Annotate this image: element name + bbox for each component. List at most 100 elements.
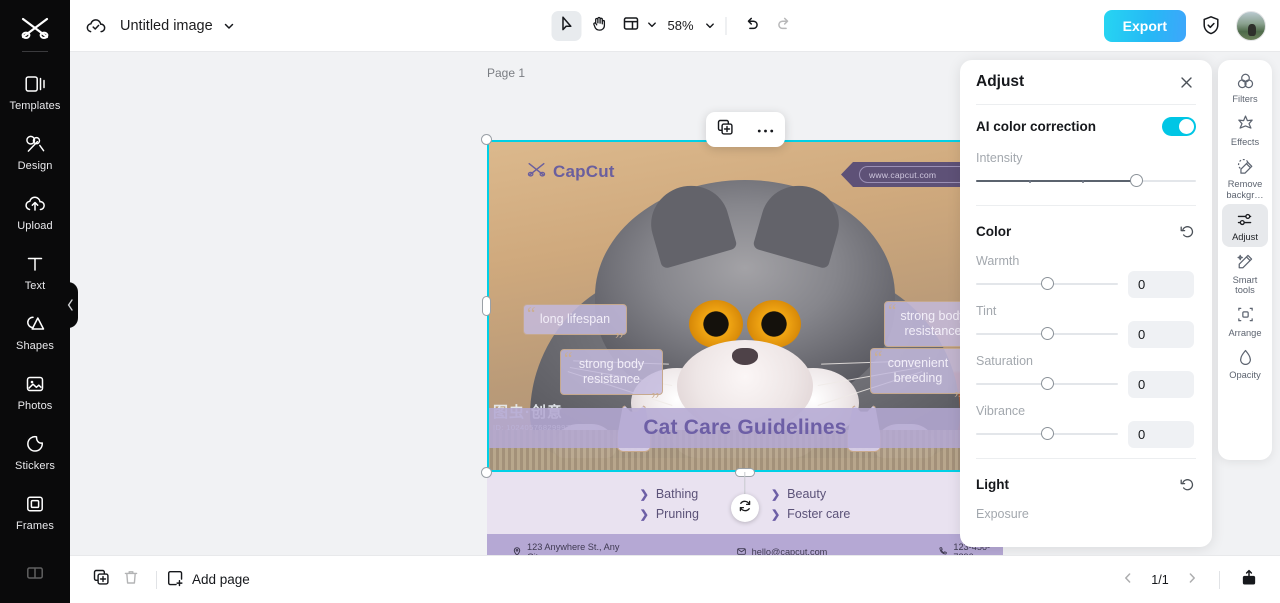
vibrance-slider[interactable] xyxy=(976,427,1118,440)
tool-smart-tools[interactable]: Smart tools xyxy=(1222,247,1268,300)
tint-value[interactable]: 0 xyxy=(1128,320,1194,348)
panel-title: Adjust xyxy=(976,73,1025,90)
sidebar-label: Shapes xyxy=(16,340,54,352)
top-toolbar: Untitled image 58% Export xyxy=(70,0,1280,52)
add-page-button[interactable]: Add page xyxy=(167,570,250,590)
design-list-right: ❯ Beauty ❯ Foster care xyxy=(771,487,850,521)
stickers-icon xyxy=(24,433,46,455)
ai-color-correction-toggle[interactable] xyxy=(1162,116,1196,136)
sidebar-item-frames[interactable]: Frames xyxy=(0,483,70,543)
artboard[interactable]: CapCut www.capcut.com long lifes xyxy=(487,140,1003,555)
chevron-right-icon: ❯ xyxy=(770,488,781,501)
tint-slider[interactable] xyxy=(976,327,1118,340)
tool-effects[interactable]: Effects xyxy=(1222,109,1268,152)
layout-panel-button[interactable] xyxy=(615,11,645,41)
sidebar-label: Templates xyxy=(9,99,61,112)
warmth-value[interactable]: 0 xyxy=(1128,270,1194,298)
next-page-button[interactable] xyxy=(1179,567,1205,593)
saturation-slider[interactable] xyxy=(976,377,1118,390)
slider-thumb[interactable] xyxy=(1040,327,1054,340)
resize-handle-left[interactable] xyxy=(482,296,491,316)
document-title[interactable]: Untitled image xyxy=(120,18,213,34)
cat-ear-left xyxy=(642,176,738,270)
photo-layer[interactable]: CapCut www.capcut.com long lifes xyxy=(487,140,1003,472)
saturation-value[interactable]: 0 xyxy=(1128,370,1194,398)
resize-handle-top-left[interactable] xyxy=(481,134,492,145)
sidebar-item-text[interactable]: Text xyxy=(0,242,70,302)
tool-opacity[interactable]: Opacity xyxy=(1222,342,1268,385)
color-section-label: Color xyxy=(976,223,1012,239)
export-page-button[interactable] xyxy=(1234,565,1264,595)
more-horizontal-icon xyxy=(757,121,774,139)
intensity-slider[interactable] xyxy=(976,174,1196,187)
light-section-header: Light xyxy=(976,465,1196,503)
list-item: ❯ Beauty xyxy=(771,487,850,501)
hand-icon xyxy=(590,15,607,37)
slider-fill xyxy=(976,180,1137,182)
sidebar-item-photos[interactable]: Photos xyxy=(0,363,70,423)
tool-filters[interactable]: Filters xyxy=(1222,66,1268,109)
reset-icon[interactable] xyxy=(1178,475,1196,493)
sidebar-item-upload[interactable]: Upload xyxy=(0,182,70,242)
tool-arrange[interactable]: Arrange xyxy=(1222,300,1268,343)
warmth-slider[interactable] xyxy=(976,277,1118,290)
element-context-toolbar xyxy=(706,112,785,147)
design-url-text: www.capcut.com xyxy=(869,169,937,180)
resize-handle-bottom[interactable] xyxy=(735,468,755,477)
effects-icon xyxy=(1235,114,1255,134)
select-tool-button[interactable] xyxy=(551,10,582,41)
sidebar-item-more[interactable] xyxy=(0,543,70,603)
hand-tool-button[interactable] xyxy=(583,11,613,41)
more-options-button[interactable] xyxy=(751,116,779,144)
cloud-sync-icon[interactable] xyxy=(84,14,108,38)
capcut-mark-icon xyxy=(527,162,546,182)
chevron-down-icon[interactable] xyxy=(223,20,235,32)
photos-icon xyxy=(24,373,46,395)
sidebar-item-templates[interactable]: Templates xyxy=(0,62,70,122)
rotate-handle[interactable] xyxy=(731,494,759,522)
main-area: Untitled image 58% Export Page 1 CapCut … xyxy=(70,0,1280,603)
sidebar-item-design[interactable]: Design xyxy=(0,122,70,182)
layout-selector[interactable] xyxy=(615,11,657,41)
sidebar-item-stickers[interactable]: Stickers xyxy=(0,423,70,483)
sidebar-label: Photos xyxy=(17,400,53,413)
export-page-icon xyxy=(1241,569,1257,591)
tint-slider-row: 0 xyxy=(976,318,1196,350)
bottom-bar: Add page 1/1 xyxy=(70,555,1280,603)
tool-adjust[interactable]: Adjust xyxy=(1222,204,1268,247)
page-label: Page 1 xyxy=(487,66,526,80)
duplicate-element-button[interactable] xyxy=(712,116,740,144)
slider-thumb[interactable] xyxy=(1040,277,1054,290)
footer-address: 123 Anywhere St., Any City xyxy=(513,542,625,555)
sidebar-collapse-handle[interactable] xyxy=(62,282,78,328)
zoom-selector[interactable]: 58% xyxy=(659,18,715,33)
resize-handle-bottom-left[interactable] xyxy=(481,467,492,478)
vibrance-value[interactable]: 0 xyxy=(1128,420,1194,448)
user-avatar[interactable] xyxy=(1236,10,1266,41)
saturation-slider-row: 0 xyxy=(976,368,1196,400)
redo-button[interactable] xyxy=(769,11,799,41)
duplicate-page-button[interactable] xyxy=(86,565,116,595)
cat-nose xyxy=(732,348,758,365)
slider-thumb[interactable] xyxy=(1040,427,1054,440)
prev-page-button[interactable] xyxy=(1115,567,1141,593)
slider-thumb[interactable] xyxy=(1130,174,1144,187)
shield-check-icon[interactable] xyxy=(1200,15,1222,37)
delete-page-button[interactable] xyxy=(116,565,146,595)
capcut-logo-icon[interactable] xyxy=(15,12,55,45)
list-item-label: Pruning xyxy=(655,507,699,521)
undo-button[interactable] xyxy=(737,11,767,41)
slider-thumb[interactable] xyxy=(1040,377,1054,390)
design-brand-logo: CapCut xyxy=(527,162,615,182)
close-icon[interactable] xyxy=(1176,72,1196,92)
sidebar-label: Upload xyxy=(17,219,53,232)
zoom-level[interactable]: 58% xyxy=(659,18,697,33)
reset-icon[interactable] xyxy=(1178,222,1196,240)
tool-remove-background[interactable]: Remove backgr… xyxy=(1222,151,1268,204)
topbar-right-group: Export xyxy=(1103,9,1266,42)
left-sidebar: Templates Design Upload Text Shapes Phot… xyxy=(0,0,78,603)
opacity-icon xyxy=(1235,347,1255,367)
rail-divider xyxy=(22,50,48,52)
sidebar-item-shapes[interactable]: Shapes xyxy=(0,302,70,362)
export-button[interactable]: Export xyxy=(1103,9,1186,42)
